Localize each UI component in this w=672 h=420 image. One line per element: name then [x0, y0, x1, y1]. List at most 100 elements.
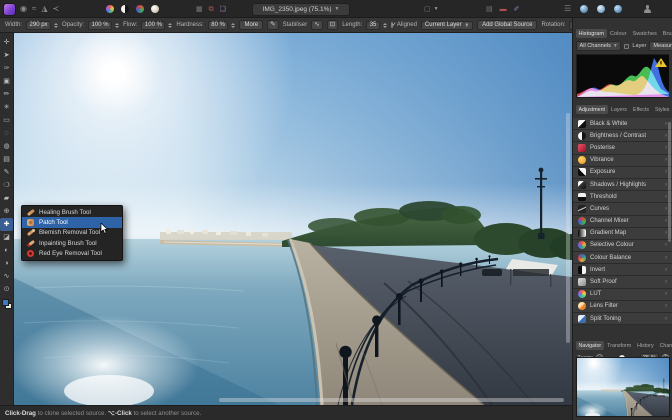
window-stabiliser-icon[interactable]: ⊡: [327, 20, 338, 31]
move-tool[interactable]: ➤: [0, 49, 13, 62]
opacity-value[interactable]: 100 %: [88, 21, 112, 30]
horizontal-scrollbar[interactable]: [219, 398, 564, 402]
adjustment-curves[interactable]: Curves›: [573, 203, 672, 215]
adjustment-invert[interactable]: Invert›: [573, 264, 672, 276]
liquify-persona-icon[interactable]: ≈: [32, 5, 36, 13]
document-tab[interactable]: IMG_2350.jpeg (75.1%) ▼: [252, 3, 350, 16]
photo-persona-icon[interactable]: ◉: [20, 5, 27, 13]
tab-histogram[interactable]: Histogram: [576, 29, 607, 38]
adjustment-colour-balance[interactable]: Colour Balance›: [573, 252, 672, 264]
hamburger-menu-icon[interactable]: ☰: [564, 5, 571, 13]
source-select[interactable]: Current Layer ▲▼: [421, 21, 473, 30]
tab-channels[interactable]: Channels: [657, 341, 672, 350]
pixel-tool[interactable]: ▰: [0, 192, 13, 205]
adjustment-lut[interactable]: LUT›: [573, 289, 672, 301]
view-mode-icon[interactable]: ▢: [424, 6, 431, 13]
adjustment-brightness-contrast[interactable]: Brightness / Contrast›: [573, 130, 672, 142]
auto-white-balance-icon[interactable]: [151, 5, 159, 13]
develop-persona-icon[interactable]: ◮: [41, 5, 47, 13]
adjustment-vibrance[interactable]: Vibrance›: [573, 155, 672, 167]
navigator-thumbnail[interactable]: [577, 358, 669, 416]
width-value[interactable]: 290 px: [26, 21, 51, 30]
dodge-brush-tool[interactable]: ◐: [0, 244, 13, 257]
panel-scrollbar[interactable]: [668, 122, 671, 242]
foreground-colour-swatch[interactable]: [2, 299, 9, 306]
assistant-icon[interactable]: ⧉: [209, 6, 214, 13]
tab-styles[interactable]: Styles: [653, 105, 672, 114]
selection-brush-tool[interactable]: ✏: [0, 88, 13, 101]
adjustment-shadows-highlights[interactable]: Shadows / Highlights›: [573, 179, 672, 191]
paint-brush-tool[interactable]: ✎: [0, 166, 13, 179]
tab-navigator[interactable]: Navigator: [576, 341, 604, 350]
stepper-icon[interactable]: [168, 23, 172, 28]
tab-adjustment[interactable]: Adjustment: [576, 105, 608, 114]
menu-item-red-eye-removal-tool[interactable]: Red Eye Removal Tool: [22, 249, 122, 259]
brush-preview-icon[interactable]: ✎: [267, 20, 278, 31]
snapshot-icon[interactable]: ▦: [196, 6, 203, 13]
colour-swatch-pair[interactable]: [2, 299, 12, 309]
export-persona-icon[interactable]: ≺: [53, 5, 60, 13]
adjustment-black-white[interactable]: Black & White›: [573, 118, 672, 130]
colour-picker-tool[interactable]: ✑: [0, 62, 13, 75]
stepper-icon[interactable]: [115, 23, 119, 28]
blur-brush-tool[interactable]: ∿: [0, 270, 13, 283]
grid-icon[interactable]: ▤: [486, 6, 493, 13]
stepper-icon[interactable]: [383, 23, 387, 28]
stepper-icon[interactable]: [54, 23, 58, 28]
adjustment-channel-mixer[interactable]: Channel Mixer›: [573, 216, 672, 228]
tab-layers[interactable]: Layers: [609, 105, 630, 114]
account-icon[interactable]: [643, 5, 652, 14]
aligned-checkbox[interactable]: [391, 22, 393, 28]
channels-select[interactable]: All Channels ▼: [576, 41, 621, 51]
flood-fill-tool[interactable]: ◍: [0, 140, 13, 153]
adjustment-selective-colour[interactable]: Selective Colour›: [573, 240, 672, 252]
freehand-select-tool[interactable]: ◌: [0, 127, 13, 140]
stepper-icon[interactable]: [231, 23, 235, 28]
auto-levels-icon[interactable]: [106, 5, 114, 13]
slice-icon[interactable]: ▬: [500, 6, 507, 13]
tab-history[interactable]: History: [635, 341, 656, 350]
colour-replacement-tool[interactable]: ❍: [0, 179, 13, 192]
sphere-icon[interactable]: [614, 5, 622, 13]
auto-contrast-icon[interactable]: [121, 5, 129, 13]
flow-value[interactable]: 100 %: [141, 21, 165, 30]
erase-brush-tool[interactable]: ◪: [0, 231, 13, 244]
tab-brushes[interactable]: Brushes: [660, 29, 672, 38]
sphere-icon[interactable]: [597, 5, 605, 13]
adjustment-exposure[interactable]: Exposure›: [573, 167, 672, 179]
tab-swatches[interactable]: Swatches: [630, 29, 659, 38]
rope-stabiliser-icon[interactable]: ∿: [311, 20, 322, 31]
add-global-source-button[interactable]: Add Global Source: [477, 20, 537, 30]
sphere-icon[interactable]: [580, 5, 588, 13]
vertical-scrollbar[interactable]: [566, 113, 570, 343]
gradient-tool[interactable]: ▤: [0, 153, 13, 166]
tab-transform[interactable]: Transform: [605, 341, 634, 350]
zoom-tool[interactable]: ⊙: [0, 283, 13, 296]
tab-colour[interactable]: Colour: [608, 29, 629, 38]
view-tool[interactable]: ✛: [0, 36, 13, 49]
brush-settings-icon[interactable]: ✐: [514, 6, 520, 13]
adjustment-lens-filter[interactable]: Lens Filter›: [573, 301, 672, 313]
adjustment-threshold[interactable]: Threshold›: [573, 191, 672, 203]
marquee-tool[interactable]: ▭: [0, 114, 13, 127]
auto-colour-icon[interactable]: [136, 5, 144, 13]
adjustment-gradient-map[interactable]: Gradient Map›: [573, 228, 672, 240]
hardness-value[interactable]: 80 %: [208, 21, 229, 30]
crop-tool[interactable]: ▣: [0, 75, 13, 88]
rotate-document-icon[interactable]: ❏: [220, 6, 226, 13]
menu-item-healing-brush-tool[interactable]: Healing Brush Tool: [22, 207, 122, 217]
burn-brush-tool[interactable]: ◑: [0, 257, 13, 270]
tab-effects[interactable]: Effects: [630, 105, 651, 114]
chevron-down-icon[interactable]: ▼: [434, 7, 439, 12]
clone-brush-tool[interactable]: ⊕: [0, 205, 13, 218]
adjustment-posterise[interactable]: Posterise›: [573, 142, 672, 154]
more-button[interactable]: More: [239, 20, 263, 30]
layer-checkbox[interactable]: [624, 44, 629, 49]
adjustment-soft-proof[interactable]: Soft Proof›: [573, 276, 672, 288]
healing-brush-tool[interactable]: ✚: [0, 218, 13, 231]
measure-button[interactable]: Measure: [649, 41, 672, 51]
adjustment-split-toning[interactable]: Split Toning›: [573, 313, 672, 325]
menu-item-inpainting-brush-tool[interactable]: Inpainting Brush Tool: [22, 238, 122, 248]
flood-select-tool[interactable]: ✳: [0, 101, 13, 114]
length-value[interactable]: 35: [366, 21, 380, 30]
